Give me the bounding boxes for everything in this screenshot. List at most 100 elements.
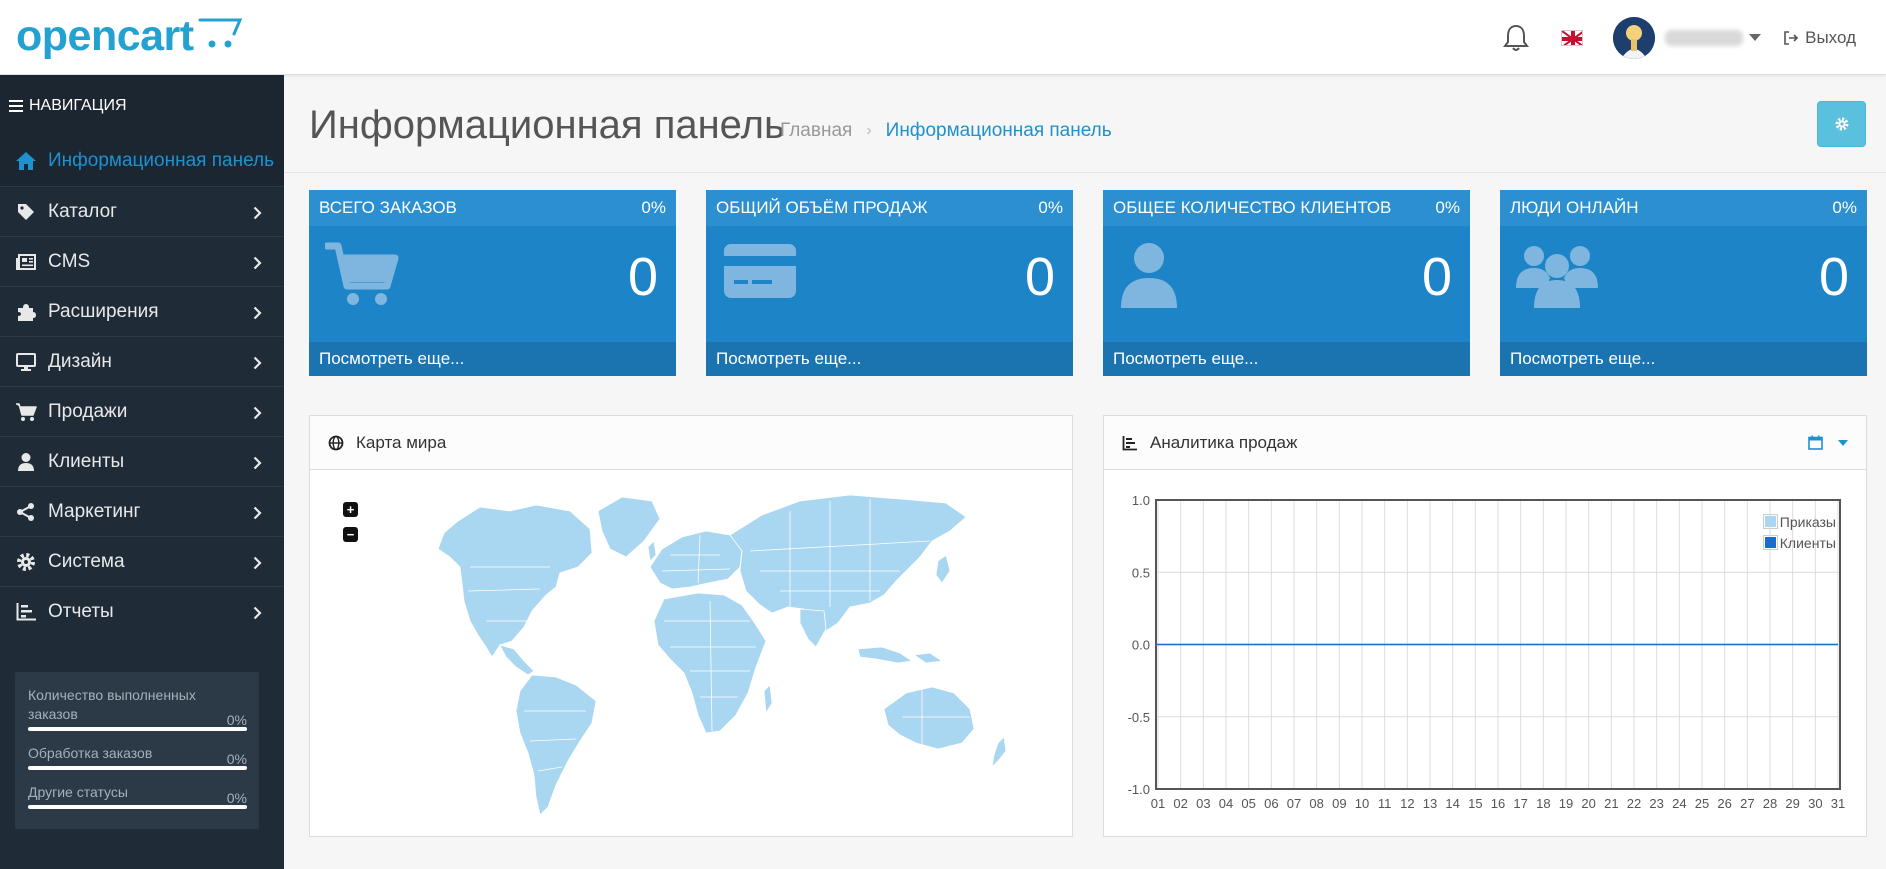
nav-heading[interactable]: НАВИГАЦИЯ (0, 75, 284, 136)
gear-icon (1835, 117, 1848, 131)
date-range-dropdown[interactable] (1808, 435, 1848, 450)
tile-heading: ОБЩИЙ ОБЪЁМ ПРОДАЖ 0% (706, 190, 1073, 226)
progress-bar (28, 727, 247, 731)
sidebar-item-6[interactable]: Клиенты (0, 436, 284, 486)
tile-body: 0 (706, 226, 1073, 342)
stat-tile-2: ОБЩЕЕ КОЛИЧЕСТВО КЛИЕНТОВ 0% 0 Посмотреть е… (1103, 190, 1470, 376)
breadcrumb: Главная › Информационная панель (780, 120, 1112, 142)
y-tick-label: -1.0 (1128, 782, 1150, 797)
sidebar-item-1[interactable]: Каталог (0, 186, 284, 236)
stat-label: Обработка заказов (28, 745, 153, 761)
australia (883, 686, 975, 750)
tile-title: ОБЩИЙ ОБЪЁМ ПРОДАЖ (716, 198, 928, 217)
chevron-down-icon[interactable] (1749, 34, 1762, 41)
logo-text: opencart (16, 12, 194, 60)
legend-swatch (1762, 535, 1778, 550)
x-tick-label: 03 (1196, 796, 1210, 811)
chevron-right-icon (253, 304, 262, 326)
x-tick-label: 22 (1627, 796, 1641, 811)
sidebar-item-label: Маркетинг (48, 500, 141, 522)
stat-processing: Обработка заказов 0% (28, 744, 247, 770)
chevron-right-icon (253, 454, 262, 476)
view-more-link[interactable]: Посмотреть еще... (1103, 342, 1470, 376)
logout-link[interactable]: Выход (1783, 28, 1856, 48)
x-tick-label: 11 (1378, 796, 1392, 811)
x-tick-label: 01 (1151, 796, 1165, 811)
bell-icon[interactable] (1501, 23, 1531, 53)
tile-body: 0 (309, 226, 676, 342)
view-more-link[interactable]: Посмотреть еще... (309, 342, 676, 376)
settings-button[interactable] (1817, 101, 1866, 147)
sidebar-item-7[interactable]: Маркетинг (0, 486, 284, 536)
tile-value: 0 (1024, 247, 1055, 307)
language-flag-icon[interactable] (1561, 29, 1584, 46)
user-icon (14, 450, 38, 474)
logout-label: Выход (1805, 27, 1856, 47)
chevron-right-icon (253, 604, 262, 626)
x-tick-label: 23 (1649, 796, 1663, 811)
x-tick-label: 14 (1445, 796, 1459, 811)
tile-body: 0 (1500, 226, 1867, 342)
x-tick-label: 02 (1173, 796, 1187, 811)
breadcrumb-home[interactable]: Главная (780, 120, 852, 142)
sales-analytics-panel: Аналитика продаж 1.0 0.5 0.0 -0.5 -1.0 01 02 03… (1103, 415, 1867, 837)
x-tick-label: 29 (1785, 796, 1799, 811)
view-more-link[interactable]: Посмотреть еще... (706, 342, 1073, 376)
view-more-label: Посмотреть еще... (1510, 349, 1656, 368)
sidebar-item-0[interactable]: Информационная панель (0, 136, 284, 186)
panel-title: Аналитика продаж (1150, 432, 1298, 452)
great-britain (647, 540, 657, 562)
world-map[interactable] (310, 471, 1072, 837)
chart-legend: Приказы Клиенты (1762, 511, 1836, 553)
stat-percent: 0% (226, 712, 247, 728)
user-avatar[interactable] (1613, 16, 1656, 59)
new-zealand (991, 736, 1007, 769)
logo-cart-icon (198, 18, 242, 48)
world-map-panel: Карта мира + − (309, 415, 1073, 837)
opencart-logo[interactable]: opencart (16, 12, 244, 61)
sidebar-item-5[interactable]: Продажи (0, 386, 284, 436)
europe (649, 530, 743, 590)
x-tick-label: 25 (1695, 796, 1709, 811)
tile-title: ВСЕГО ЗАКАЗОВ (319, 198, 457, 217)
chevron-right-icon (253, 554, 262, 576)
x-tick-label: 08 (1309, 796, 1323, 811)
breadcrumb-current[interactable]: Информационная панель (886, 120, 1112, 142)
x-tick-label: 17 (1513, 796, 1527, 811)
monitor-icon (14, 350, 38, 374)
tile-value: 0 (1818, 247, 1849, 307)
view-more-label: Посмотреть еще... (1113, 349, 1259, 368)
cart-icon (14, 400, 38, 424)
x-tick-label: 12 (1400, 796, 1414, 811)
share-icon (14, 500, 38, 524)
x-tick-label: 09 (1332, 796, 1346, 811)
view-more-label: Посмотреть еще... (716, 349, 862, 368)
view-more-link[interactable]: Посмотреть еще... (1500, 342, 1867, 376)
x-tick-label: 10 (1355, 796, 1369, 811)
top-header: opencart Выход (0, 0, 1886, 75)
stat-label: Другие статусы (28, 784, 128, 800)
madagascar (763, 684, 773, 715)
view-more-label: Посмотреть еще... (319, 349, 465, 368)
tile-percent: 0% (1832, 198, 1857, 217)
calendar-icon (1808, 435, 1823, 450)
sidebar-item-4[interactable]: Дизайн (0, 336, 284, 386)
stat-completed: Количество выполненных заказов 0% (28, 686, 247, 731)
username-blurred[interactable] (1665, 29, 1744, 46)
tile-body: 0 (1103, 226, 1470, 342)
sidebar-item-label: Расширения (48, 300, 159, 322)
sidebar-item-3[interactable]: Расширения (0, 286, 284, 336)
sidebar-item-8[interactable]: Система (0, 536, 284, 586)
legend-label: Приказы (1779, 513, 1836, 530)
newspaper-icon (14, 250, 38, 274)
progress-bar (28, 766, 247, 770)
sidebar-item-label: Отчеты (48, 600, 114, 622)
stat-tile-1: ОБЩИЙ ОБЪЁМ ПРОДАЖ 0% 0 Посмотреть еще... (706, 190, 1073, 376)
chevron-right-icon (253, 504, 262, 526)
x-tick-label: 30 (1808, 796, 1822, 811)
sidebar-item-9[interactable]: Отчеты (0, 586, 284, 636)
tile-heading: ВСЕГО ЗАКАЗОВ 0% (309, 190, 676, 226)
sidebar-item-2[interactable]: CMS (0, 236, 284, 286)
indonesia (857, 646, 914, 664)
stat-other: Другие статусы 0% (28, 783, 247, 809)
